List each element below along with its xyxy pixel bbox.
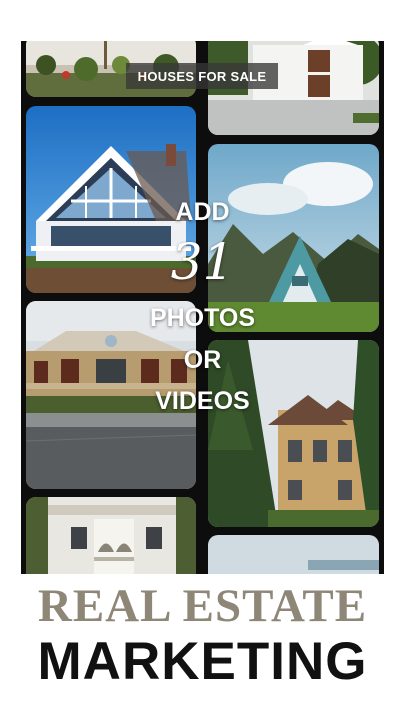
photo-tile-white-house[interactable] [26, 497, 196, 574]
overlay-add-text: ADD [175, 198, 230, 226]
overlay-count-number: 31 [170, 233, 235, 291]
houses-for-sale-badge: HOUSES FOR SALE [126, 63, 278, 89]
title-marketing: MARKETING [37, 632, 368, 691]
overlay-or-text: OR [183, 346, 222, 374]
title-real-estate: REAL ESTATE [37, 580, 368, 632]
overlay-videos-text: VIDEOS [155, 387, 250, 415]
photo-tile-partial[interactable] [208, 535, 379, 574]
overlay-photos-text: PHOTOS [149, 304, 256, 332]
